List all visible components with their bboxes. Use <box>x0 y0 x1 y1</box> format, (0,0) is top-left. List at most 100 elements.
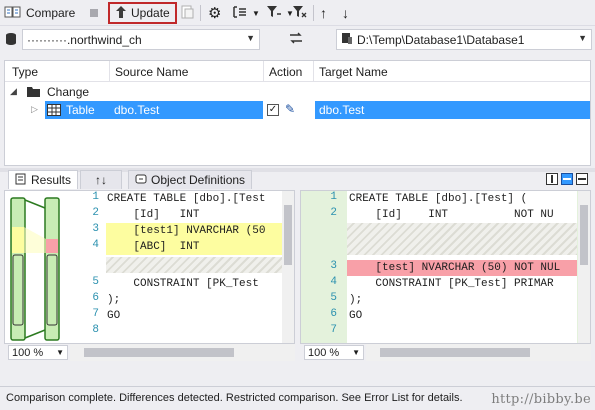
zoom-value: 100 % <box>308 346 340 359</box>
grid-header: Type Source Name Action Target Name <box>5 61 590 82</box>
code-line: CREATE TABLE [dbo].[Test] ( <box>349 193 528 205</box>
code-line: [Id] INT <box>107 209 200 221</box>
scroll-thumb[interactable] <box>380 348 530 357</box>
next-difference-button[interactable]: ↓ <box>342 3 349 23</box>
scroll-thumb[interactable] <box>580 205 588 265</box>
update-label: Update <box>131 6 170 20</box>
code-line: ); <box>349 294 363 306</box>
right-gutter: 1 2 3 4 5 6 7 <box>301 191 347 343</box>
options-button[interactable]: ⚙ <box>208 3 221 23</box>
swap-button[interactable] <box>284 31 308 48</box>
tab-results[interactable]: Results <box>8 170 79 189</box>
arrow-down-icon: ↓ <box>342 5 349 21</box>
stop-button[interactable] <box>90 3 98 23</box>
group-icon <box>232 5 248 22</box>
column-header-type[interactable]: Type <box>12 65 38 79</box>
difference-minimap[interactable] <box>7 197 61 341</box>
arrow-up-icon: ↑ <box>320 5 327 21</box>
code-line: [test] NVARCHAR (50) NOT NUL <box>349 262 561 274</box>
target-database-select[interactable]: D:\Temp\Database1\Database1 ▼ <box>336 29 592 50</box>
script-icon <box>180 5 194 22</box>
target-database-label: D:\Temp\Database1\Database1 <box>357 32 525 47</box>
line-number: 1 <box>92 191 99 203</box>
right-zoom-select[interactable]: 100 % ▼ <box>304 345 364 360</box>
target-script-pane[interactable]: 1 2 3 4 5 6 7 CREATE TABLE [dbo].[Test] … <box>300 190 591 344</box>
code-line: ); <box>107 294 121 306</box>
group-label: Change <box>47 85 90 99</box>
code-line: GO <box>349 310 363 322</box>
source-code: CREATE TABLE [dbo].[Test [Id] INT [test1… <box>107 191 283 343</box>
line-number: 6 <box>92 292 99 304</box>
code-line: CREATE TABLE [dbo].[Test <box>107 193 266 205</box>
tab-object-definitions[interactable]: Object Definitions <box>128 170 253 189</box>
edit-pencil-icon[interactable]: ✎ <box>285 102 295 116</box>
swap-icon <box>289 32 303 47</box>
status-text: Comparison complete. Differences detecte… <box>6 392 463 404</box>
watermark: http://bibby.be <box>491 392 591 407</box>
right-vertical-scrollbar[interactable] <box>578 191 590 343</box>
tab-results-label: Results <box>31 173 72 187</box>
table-row[interactable]: ▷ Table dbo.Test ✓ ✎ dbo.Test <box>5 101 590 119</box>
tab-sort[interactable]: ↑↓ <box>80 170 122 189</box>
collapse-arrow-icon: ▷ <box>31 104 38 114</box>
left-vertical-scrollbar[interactable] <box>282 191 294 343</box>
source-database-select[interactable]: ··········.northwind_ch ▼ <box>22 29 260 50</box>
connection-row: ··········.northwind_ch ▼ D:\Temp\Databa… <box>0 27 595 52</box>
filter-clear-icon <box>292 5 308 22</box>
source-script-pane[interactable]: 1 2 3 4 5 6 7 8 CREATE TABLE [dbo].[Test… <box>4 190 295 344</box>
action-checkbox[interactable]: ✓ <box>267 104 279 116</box>
source-database-label: ··········.northwind_ch <box>27 32 142 47</box>
column-header-action[interactable]: Action <box>269 65 302 79</box>
folder-icon <box>27 86 40 100</box>
chevron-down-icon: ▼ <box>56 348 64 357</box>
code-line: GO <box>107 310 121 322</box>
right-horizontal-scrollbar[interactable] <box>366 344 591 361</box>
sort-icon: ↑↓ <box>95 173 107 187</box>
compare-label: Compare <box>26 6 76 20</box>
stop-icon <box>90 9 98 17</box>
tab-object-definitions-label: Object Definitions <box>151 173 246 187</box>
line-number: 2 <box>330 207 337 219</box>
column-header-target-name[interactable]: Target Name <box>319 65 388 79</box>
chevron-down-icon: ▼ <box>252 8 260 18</box>
left-zoom-select[interactable]: 100 % ▼ <box>8 345 68 360</box>
line-number: 8 <box>92 324 99 336</box>
layout-single-button[interactable] <box>546 173 558 185</box>
right-zoom-bar: 100 % ▼ <box>300 344 364 361</box>
generate-script-button[interactable] <box>180 3 194 23</box>
layout-vertical-button[interactable] <box>576 173 588 185</box>
chevron-down-icon: ▼ <box>246 33 255 43</box>
row-type: Table <box>66 103 95 117</box>
code-line: [test1] NVARCHAR (50 <box>107 225 266 237</box>
line-number: 6 <box>330 308 337 320</box>
column-header-source-name[interactable]: Source Name <box>115 65 188 79</box>
line-number: 5 <box>330 292 337 304</box>
scroll-thumb[interactable] <box>84 348 234 357</box>
filter-icon <box>266 5 282 22</box>
target-code: CREATE TABLE [dbo].[Test] ( [Id] INT NOT… <box>349 191 577 335</box>
line-number: 3 <box>92 223 99 235</box>
project-icon <box>341 31 353 48</box>
compare-button[interactable]: Compare <box>4 3 75 23</box>
compare-icon <box>4 5 22 22</box>
line-number: 1 <box>330 191 337 203</box>
object-definitions-icon <box>135 173 147 188</box>
left-horizontal-scrollbar[interactable] <box>70 344 295 361</box>
line-number: 4 <box>92 239 99 251</box>
filter-button[interactable]: ▼ <box>266 3 294 23</box>
layout-horizontal-button[interactable] <box>561 173 573 185</box>
code-line: CONSTRAINT [PK_Test] PRIMAR <box>349 278 554 290</box>
group-row-change[interactable]: ◢ Change <box>5 83 590 101</box>
table-icon <box>47 104 61 119</box>
filter-clear-button[interactable] <box>292 3 308 23</box>
group-results-button[interactable]: ▼ <box>232 3 260 23</box>
zoom-value: 100 % <box>12 346 44 359</box>
toolbar: Compare Update ⚙ ▼ ▼ ↑ ↓ <box>0 0 595 26</box>
update-button[interactable]: Update <box>108 2 177 24</box>
line-number: 7 <box>92 308 99 320</box>
previous-difference-button[interactable]: ↑ <box>320 3 327 23</box>
code-line: CONSTRAINT [PK_Test <box>107 278 259 290</box>
expand-arrow-icon: ◢ <box>10 86 17 96</box>
scroll-thumb[interactable] <box>284 205 292 265</box>
line-number: 3 <box>330 260 337 272</box>
